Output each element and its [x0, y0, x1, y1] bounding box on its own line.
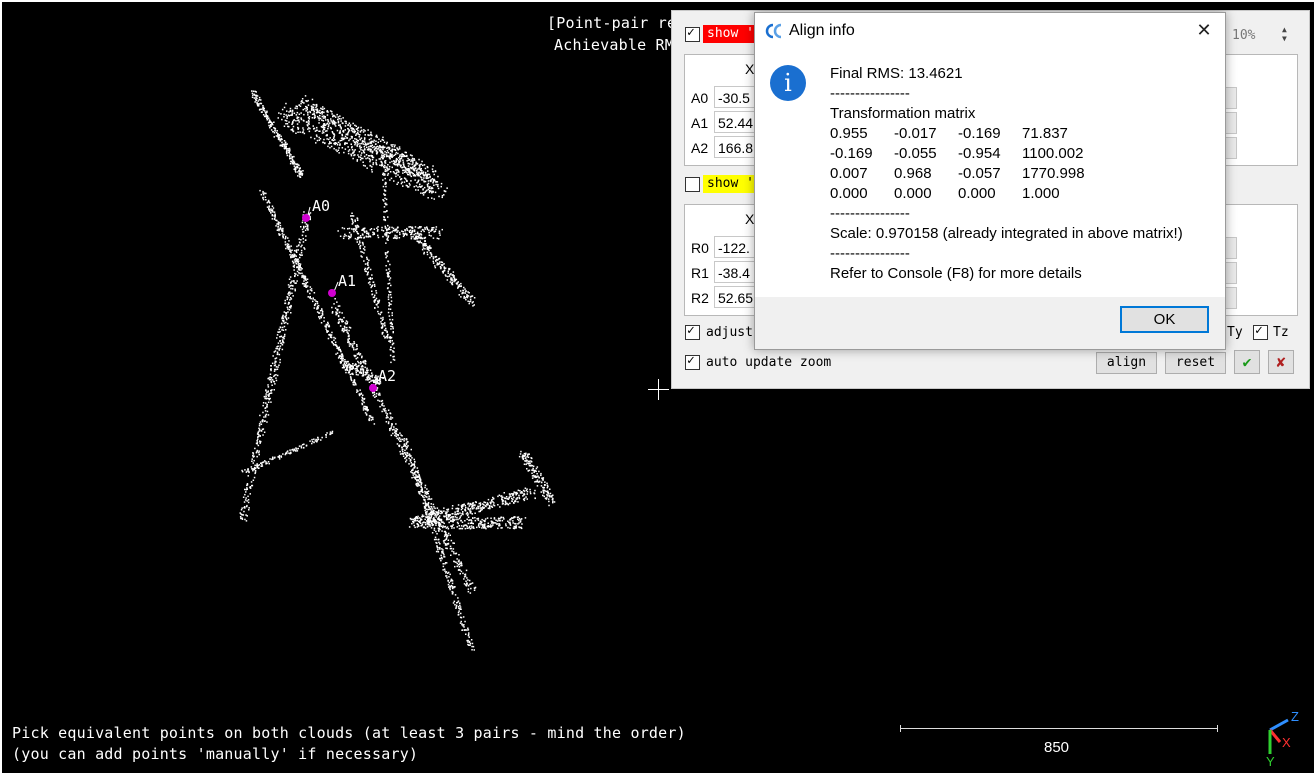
scale-bar-value: 850 [1044, 739, 1070, 756]
show-reference-checkbox[interactable] [685, 177, 700, 192]
picked-point-a2-marker[interactable] [369, 384, 377, 392]
separator-3: ---------------- [830, 245, 910, 262]
reference-row-label-r1: R1 [691, 265, 709, 281]
point-label-a1: A1 [338, 272, 357, 290]
separator-1: ---------------- [830, 85, 910, 102]
aligned-col-x-header: X [745, 61, 755, 77]
crosshair-cursor-icon [648, 379, 669, 400]
matrix-cell: 71.837 [1022, 125, 1068, 142]
scale-spinbox[interactable]: 10% [1232, 28, 1255, 43]
reference-r0-x-field[interactable]: -122. [714, 236, 756, 258]
final-rms-text: Final RMS: 13.4621 [830, 65, 963, 82]
matrix-cell: -0.169 [958, 125, 1001, 142]
aligned-row-label-a0: A0 [691, 90, 709, 106]
registration-header-line1: [Point-pair re [547, 14, 677, 32]
reference-row-label-r2: R2 [691, 290, 709, 306]
close-button[interactable]: ✕ [1189, 17, 1219, 43]
matrix-cell: 0.007 [830, 165, 868, 182]
align-info-dialog: Align info ✕ i Final RMS: 13.4621 ------… [754, 12, 1226, 350]
matrix-cell: 0.000 [894, 185, 932, 202]
matrix-cell: 0.000 [958, 185, 996, 202]
checkmark-icon: ✔ [1242, 353, 1252, 371]
tz-label: Tz [1273, 325, 1289, 340]
matrix-cell: -0.057 [958, 165, 1001, 182]
aligned-a1-x-field[interactable]: 52.44 [714, 111, 756, 133]
matrix-cell: -0.169 [830, 145, 873, 162]
picked-point-a1-marker[interactable] [328, 289, 336, 297]
reference-r1-x-field[interactable]: -38.4 [714, 261, 756, 283]
aligned-a2-x-field[interactable]: 166.8 [714, 136, 756, 158]
spin-arrows-icon[interactable]: ▲ ▼ [1282, 25, 1287, 43]
reference-col-x-header: X [745, 211, 755, 227]
reset-button[interactable]: reset [1165, 352, 1226, 374]
matrix-cell: 0.000 [830, 185, 868, 202]
auto-update-zoom-label: auto update zoom [706, 355, 832, 370]
reference-row-label-r0: R0 [691, 240, 709, 256]
auto-update-zoom-checkbox[interactable] [685, 353, 700, 370]
cancel-button[interactable]: ✘ [1268, 350, 1294, 374]
matrix-cell: -0.017 [894, 125, 937, 142]
matrix-cell: 1770.998 [1022, 165, 1085, 182]
aligned-row-label-a1: A1 [691, 115, 709, 131]
axis-z-label: Z [1291, 709, 1299, 724]
separator-2: ---------------- [830, 205, 910, 222]
matrix-cell: 1.000 [1022, 185, 1060, 202]
scale-bar [900, 725, 1218, 732]
adjust-checkbox[interactable] [685, 323, 700, 340]
cross-icon: ✘ [1276, 353, 1286, 371]
matrix-title: Transformation matrix [830, 105, 976, 122]
matrix-cell: 0.968 [894, 165, 932, 182]
show-reference-label: show ' [703, 175, 758, 193]
matrix-cell: -0.954 [958, 145, 1001, 162]
axis-y-label: Y [1266, 754, 1275, 768]
show-aligned-checkbox[interactable] [685, 25, 700, 42]
align-button[interactable]: align [1096, 352, 1157, 374]
ty-label: Ty [1227, 325, 1243, 340]
axis-trihedron-icon: Z X Y [1266, 709, 1299, 768]
instruction-line2: (you can add points 'manually' if necess… [12, 745, 419, 763]
cloudcompare-logo-icon [765, 23, 782, 39]
reference-r2-x-field[interactable]: 52.65 [714, 286, 756, 308]
dialog-title: Align info [789, 22, 855, 39]
registration-header-line2: Achievable RM [554, 36, 674, 54]
console-hint-text: Refer to Console (F8) for more details [830, 265, 1082, 282]
ok-button[interactable]: OK [1120, 306, 1209, 333]
scale-text: Scale: 0.970158 (already integrated in a… [830, 225, 1183, 242]
adjust-label: adjust [706, 325, 753, 340]
apply-button[interactable]: ✔ [1234, 350, 1260, 374]
matrix-cell: 0.955 [830, 125, 868, 142]
point-label-a0: A0 [312, 197, 331, 215]
picked-point-a0-marker[interactable] [302, 214, 310, 222]
aligned-row-label-a2: A2 [691, 140, 709, 156]
close-icon: ✕ [1196, 20, 1212, 40]
aligned-a0-x-field[interactable]: -30.5 [714, 86, 756, 108]
tz-checkbox[interactable] [1253, 323, 1268, 340]
matrix-cell: 1100.002 [1022, 145, 1084, 162]
show-aligned-label: show ' [703, 25, 758, 43]
point-label-a2: A2 [378, 367, 397, 385]
instruction-line1: Pick equivalent points on both clouds (a… [12, 724, 686, 742]
matrix-cell: -0.055 [894, 145, 937, 162]
axis-x-label: X [1282, 735, 1291, 750]
info-icon: i [770, 65, 806, 101]
